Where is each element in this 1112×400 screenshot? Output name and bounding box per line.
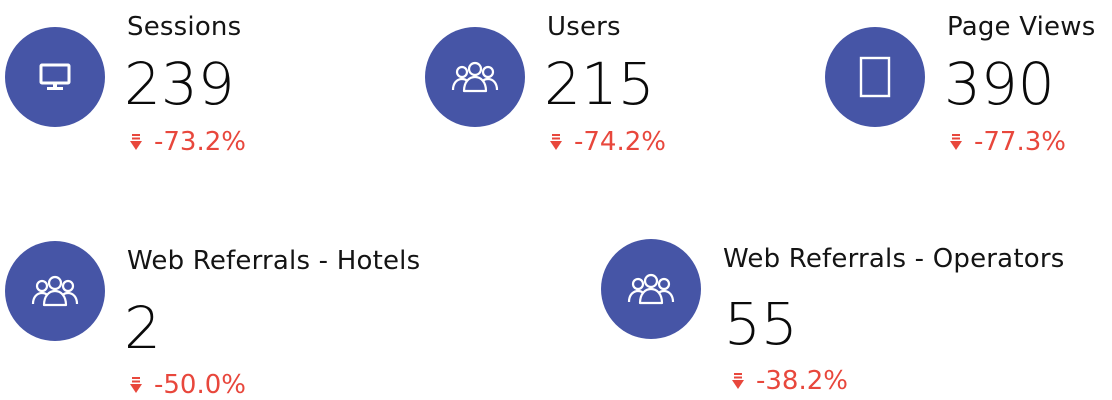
- metric-delta: -38.2%: [731, 366, 848, 396]
- down-arrow-icon: [732, 373, 744, 389]
- down-arrow-icon: [130, 377, 142, 393]
- metric-label: Users: [547, 12, 621, 42]
- metric-value: 2: [124, 294, 161, 362]
- delta-value: -77.3%: [974, 127, 1066, 157]
- delta-value: -73.2%: [154, 127, 246, 157]
- metric-label: Sessions: [127, 12, 242, 42]
- metric-delta: -73.2%: [129, 127, 246, 157]
- metric-value: 239: [124, 50, 235, 118]
- users-group-icon: [601, 239, 701, 339]
- metric-label: Web Referrals - Hotels: [127, 246, 421, 276]
- metric-delta: -74.2%: [549, 127, 666, 157]
- users-group-icon: [5, 241, 105, 341]
- down-arrow-icon: [550, 134, 562, 150]
- metric-value: 215: [544, 50, 655, 118]
- users-group-icon: [425, 27, 525, 127]
- metric-label: Page Views: [947, 12, 1096, 42]
- delta-value: -74.2%: [574, 127, 666, 157]
- down-arrow-icon: [130, 134, 142, 150]
- delta-value: -38.2%: [756, 366, 848, 396]
- desktop-monitor-icon: [5, 27, 105, 127]
- metric-value: 55: [724, 290, 798, 358]
- metric-delta: -77.3%: [949, 127, 1066, 157]
- tablet-page-icon: [825, 27, 925, 127]
- metric-value: 390: [944, 50, 1055, 118]
- down-arrow-icon: [950, 134, 962, 150]
- metric-label: Web Referrals - Operators: [723, 244, 1065, 274]
